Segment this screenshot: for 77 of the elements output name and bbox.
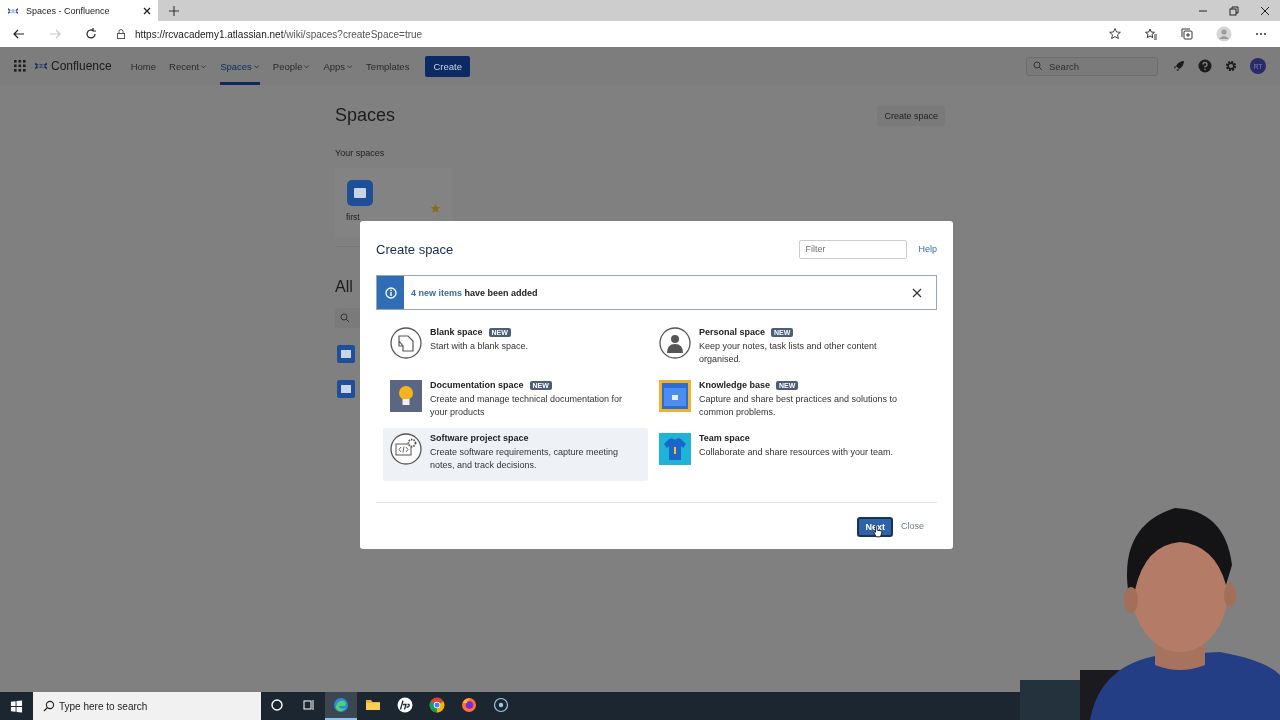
template-description: Create software requirements, capture meeting notes, and track decisions. (430, 446, 620, 472)
browser-icon (461, 697, 477, 713)
folder-icon (347, 180, 373, 206)
folder-icon (365, 697, 381, 713)
browser-icon (429, 697, 445, 713)
template-description: Collaborate and share resources with your team. (699, 446, 895, 459)
back-arrow-icon[interactable] (12, 27, 26, 41)
nav-link[interactable]: People (272, 47, 311, 85)
search-icon (43, 700, 55, 712)
template-description: Keep your notes, task lists and other content organised. (699, 340, 878, 366)
help-icon[interactable] (1198, 59, 1212, 73)
windows-start-icon[interactable] (10, 699, 23, 713)
dialog-title: Create space (376, 241, 454, 257)
search-icon (1033, 61, 1043, 71)
collections-icon[interactable] (1180, 27, 1194, 41)
template-description: Capture and share best practices and solutions to common problems. (699, 393, 899, 419)
create-button[interactable]: Create (425, 55, 470, 77)
create-space-button[interactable]: Create space (877, 105, 945, 126)
record-icon (493, 697, 509, 713)
hp-logo-icon (397, 697, 413, 713)
settings-icon[interactable] (1224, 59, 1238, 73)
next-button[interactable]: Next (857, 516, 893, 537)
ring-icon (270, 698, 284, 712)
space-name: first (346, 212, 361, 222)
nav-link[interactable]: Apps (323, 47, 354, 85)
filter-field[interactable]: Filter (799, 239, 908, 259)
section-heading: Your spaces (335, 148, 385, 158)
browser-tab[interactable]: Spaces - Confluence (0, 0, 158, 21)
close-icon[interactable] (912, 287, 922, 298)
star-icon[interactable] (1108, 27, 1122, 41)
template-description: Create and manage technical documentation for your products (430, 393, 624, 419)
reload-icon[interactable] (84, 27, 98, 41)
template-name: Blank space (430, 327, 483, 337)
template-name: Personal space (699, 327, 766, 337)
lightbulb-icon (390, 380, 422, 412)
template-description: Start with a blank space. (430, 340, 530, 353)
folder-icon (337, 345, 355, 363)
nav-link[interactable]: Recent (169, 47, 208, 85)
search-field[interactable]: Search (1026, 56, 1158, 76)
task-view-icon (302, 698, 316, 712)
jersey-icon (659, 433, 691, 465)
space-template-option[interactable]: Team space Collaborate and share resources with your team. (652, 428, 932, 481)
blank-page-icon (390, 327, 422, 359)
app-grid-icon[interactable] (13, 59, 27, 73)
nav-link[interactable]: Templates (366, 47, 410, 85)
page-title: Spaces (335, 105, 396, 126)
profile-icon[interactable] (1216, 26, 1232, 42)
template-name: Knowledge base (699, 380, 770, 390)
nav-link[interactable]: Home (130, 47, 157, 85)
taskbar-search-field[interactable]: Type here to search (33, 692, 261, 720)
favorites-icon[interactable] (1144, 27, 1158, 41)
nav-link[interactable]: Spaces (220, 47, 260, 85)
folder-icon (337, 380, 355, 398)
search-icon (340, 313, 350, 323)
close-icon[interactable] (1260, 5, 1270, 16)
help-link[interactable]: Help (918, 244, 937, 254)
space-template-option[interactable]: Software project space Create software requirements, capture meeting notes, and track decisions. (383, 428, 648, 481)
star-icon[interactable] (430, 203, 441, 214)
template-name: Team space (699, 433, 750, 443)
notice-message: 4 new items have been added (411, 287, 539, 298)
new-tab-icon[interactable] (168, 4, 180, 17)
close-link[interactable]: Close (901, 521, 924, 531)
product-name[interactable]: Confluence (51, 59, 112, 73)
info-icon (384, 286, 397, 299)
person-icon (659, 327, 691, 359)
rocket-icon[interactable] (1172, 59, 1186, 73)
browser-icon (333, 697, 349, 713)
template-name: Documentation space (430, 380, 524, 390)
lock-icon (115, 28, 127, 40)
tab-title: Spaces - Confluence (26, 5, 111, 16)
template-name: Software project space (430, 433, 529, 443)
close-icon[interactable] (142, 5, 152, 16)
new-items-link[interactable]: 4 new items (411, 287, 463, 298)
section-heading: All (335, 278, 353, 296)
code-gear-icon (390, 433, 422, 465)
restore-icon[interactable] (1229, 5, 1239, 16)
folder-icon (659, 380, 691, 412)
